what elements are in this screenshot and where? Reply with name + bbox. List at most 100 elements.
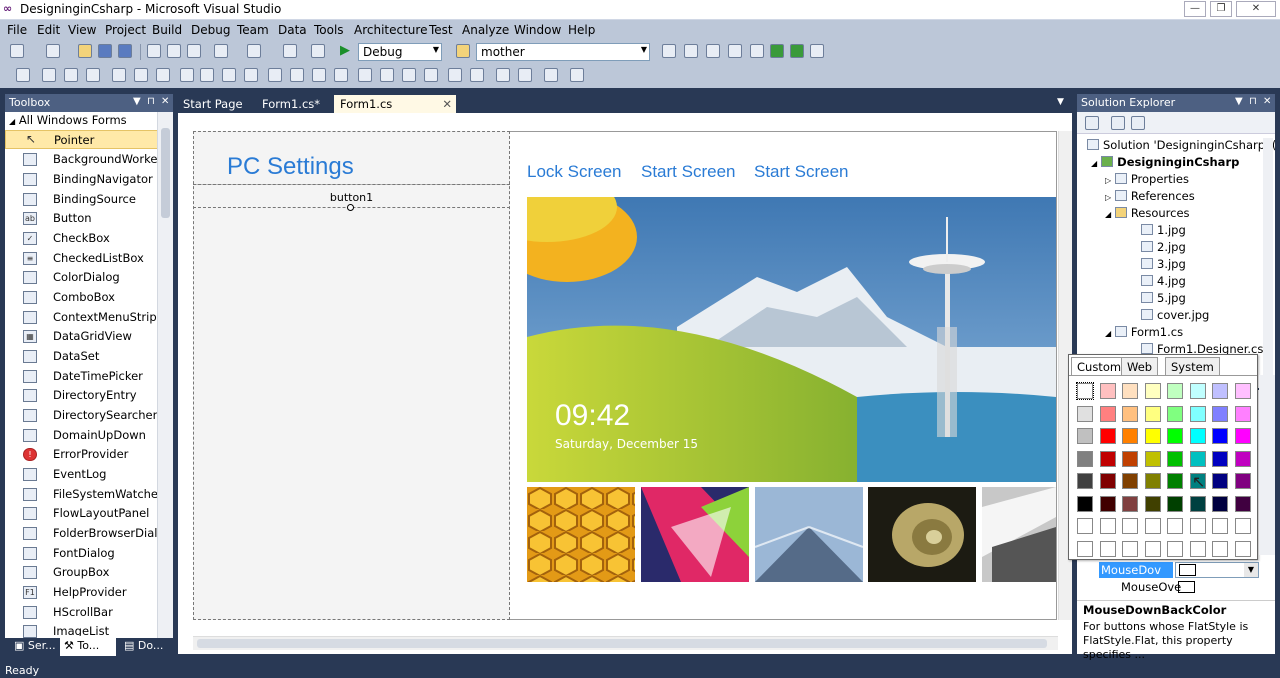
copy-icon[interactable] — [167, 44, 181, 58]
scrollbar-thumb[interactable] — [197, 639, 1047, 648]
color-swatch[interactable] — [1167, 540, 1183, 557]
add-item-icon[interactable] — [46, 44, 60, 58]
color-swatch[interactable] — [1234, 405, 1251, 422]
align-tops-icon[interactable] — [112, 68, 126, 82]
align-to-grid-icon[interactable] — [16, 68, 30, 82]
toolbox-item[interactable]: DataSet — [5, 347, 160, 366]
solution-configuration-combo[interactable]: Debug ▼ — [358, 43, 442, 61]
toolbox-item[interactable]: ≡ CheckedListBox — [5, 249, 160, 268]
toolbox-item[interactable]: FontDialog — [5, 544, 160, 563]
close-icon[interactable]: ✕ — [161, 96, 169, 107]
color-swatch[interactable] — [1189, 405, 1206, 422]
tree-node-file[interactable]: cover.jpg — [1141, 308, 1209, 322]
tree-node-file[interactable]: 5.jpg — [1141, 291, 1186, 305]
remove-horizontal-spacing-icon[interactable] — [334, 68, 348, 82]
lock-controls-icon[interactable] — [570, 68, 584, 82]
menu-tools[interactable]: Tools — [314, 23, 344, 37]
property-name-selected[interactable]: MouseDov — [1099, 562, 1173, 578]
toolbox-item[interactable]: EventLog — [5, 465, 160, 484]
properties-scrollbar[interactable] — [1259, 375, 1275, 555]
menu-edit[interactable]: Edit — [37, 23, 60, 37]
start-page-icon[interactable] — [770, 44, 784, 58]
color-swatch[interactable] — [1234, 495, 1251, 512]
color-swatch[interactable] — [1212, 540, 1228, 557]
toolbox-scrollbar[interactable] — [157, 112, 173, 638]
make-same-width-icon[interactable] — [180, 68, 194, 82]
color-swatch[interactable] — [1077, 495, 1093, 512]
tab-order-icon[interactable] — [544, 68, 558, 82]
menu-view[interactable]: View — [68, 23, 96, 37]
solution-explorer-icon[interactable] — [662, 44, 676, 58]
color-swatch[interactable] — [1212, 405, 1228, 422]
menu-architecture[interactable]: Architecture — [354, 23, 427, 37]
color-swatch[interactable] — [1234, 450, 1251, 467]
color-swatch[interactable] — [1077, 518, 1093, 534]
pin-icon[interactable]: ⊓ — [147, 96, 155, 107]
toolbox-item[interactable]: ComboBox — [5, 288, 160, 307]
color-swatch[interactable] — [1234, 428, 1251, 444]
tab-list-dropdown-icon[interactable]: ▼ — [1057, 97, 1064, 107]
tree-node-resources[interactable]: ◢ Resources — [1105, 206, 1190, 220]
color-swatch[interactable] — [1144, 428, 1161, 444]
color-swatch[interactable] — [1167, 450, 1183, 467]
toolbox-item[interactable]: DirectoryEntry — [5, 386, 160, 405]
tree-node-properties[interactable]: ▷ Properties — [1105, 172, 1189, 186]
size-to-grid-icon[interactable] — [200, 68, 214, 82]
color-swatch[interactable] — [1122, 518, 1138, 534]
make-same-height-icon[interactable] — [222, 68, 236, 82]
color-swatch[interactable] — [1167, 428, 1183, 444]
toolbox-item[interactable]: BindingSource — [5, 190, 160, 209]
color-swatch[interactable] — [1099, 518, 1116, 534]
thumbnail-nautilus[interactable] — [868, 487, 976, 582]
color-swatch[interactable] — [1122, 383, 1138, 399]
tree-node-file[interactable]: 2.jpg — [1141, 240, 1186, 254]
command-window-icon[interactable] — [810, 44, 824, 58]
toolbox-item[interactable]: ColorDialog — [5, 268, 160, 287]
color-swatch[interactable] — [1144, 383, 1161, 399]
navigate-forward-icon[interactable] — [311, 44, 325, 58]
maximize-button[interactable]: ❐ — [1210, 1, 1232, 17]
color-swatch[interactable] — [1189, 383, 1206, 399]
color-swatch[interactable] — [1122, 540, 1138, 557]
color-swatch[interactable] — [1144, 518, 1161, 534]
toolbox-icon[interactable] — [728, 44, 742, 58]
menu-project[interactable]: Project — [105, 23, 146, 37]
tree-node-form1[interactable]: ◢ Form1.cs — [1105, 325, 1183, 339]
align-centers-icon[interactable] — [64, 68, 78, 82]
color-swatch[interactable] — [1189, 540, 1206, 557]
solution-explorer-scrollbar[interactable] — [1263, 138, 1273, 388]
tab-form1-design[interactable]: Form1.cs [Design]*✕ — [334, 95, 456, 125]
color-swatch[interactable] — [1212, 383, 1228, 399]
decrease-horizontal-spacing-icon[interactable] — [312, 68, 326, 82]
tab-web[interactable]: Web — [1121, 357, 1159, 375]
align-lefts-icon[interactable] — [42, 68, 56, 82]
scrollbar-thumb[interactable] — [161, 128, 170, 218]
thumbnail-piano[interactable] — [982, 487, 1056, 582]
minimize-button[interactable]: — — [1184, 1, 1206, 17]
chevron-down-icon[interactable]: ▼ — [1235, 96, 1243, 107]
color-swatch[interactable] — [1234, 540, 1251, 557]
toolbox-item[interactable]: DirectorySearcher — [5, 406, 160, 425]
color-swatch[interactable] — [1212, 518, 1228, 534]
open-file-icon[interactable] — [78, 44, 92, 58]
find-combo[interactable]: mother ▼ — [476, 43, 650, 61]
color-swatch[interactable] — [1099, 540, 1116, 557]
color-swatch[interactable] — [1212, 495, 1228, 512]
tree-node-file[interactable]: 1.jpg — [1141, 223, 1186, 237]
start-debugging-icon[interactable]: ▶ — [340, 43, 350, 58]
menu-file[interactable]: File — [7, 23, 27, 37]
increase-vertical-spacing-icon[interactable] — [380, 68, 394, 82]
color-swatch[interactable] — [1099, 428, 1116, 444]
align-middles-icon[interactable] — [134, 68, 148, 82]
color-swatch[interactable] — [1189, 495, 1206, 512]
color-swatch[interactable] — [1144, 405, 1161, 422]
tree-node-file[interactable]: 3.jpg — [1141, 257, 1186, 271]
color-swatch[interactable] — [1122, 450, 1138, 467]
new-project-icon[interactable] — [10, 44, 24, 58]
pin-icon[interactable]: ⊓ — [1249, 96, 1257, 107]
thumbnail-tunnel[interactable] — [755, 487, 863, 582]
color-swatch[interactable] — [1099, 473, 1116, 489]
thumbnail-abstract[interactable] — [641, 487, 749, 582]
vertical-spacing-equal-icon[interactable] — [358, 68, 372, 82]
color-swatch[interactable] — [1077, 428, 1093, 444]
